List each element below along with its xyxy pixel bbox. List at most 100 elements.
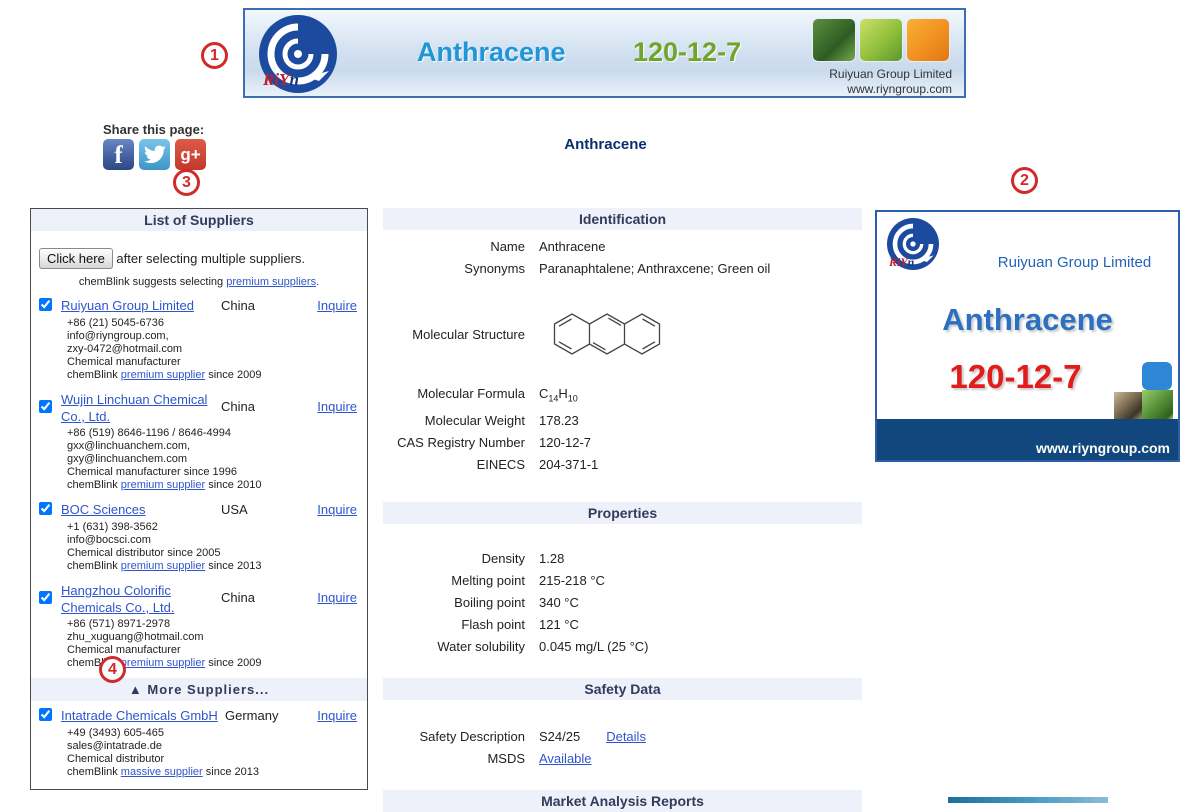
inquire-link[interactable]: Inquire [317, 708, 357, 723]
annotation-circle-3: 3 [173, 169, 200, 196]
msds-label: MSDS [383, 748, 525, 770]
riyn-logo-text: RiYn [263, 70, 299, 90]
supplier-detail-line: Chemical distributor [67, 753, 359, 766]
supplier-country: Germany [225, 708, 278, 723]
supplier-row-intatrade: Intatrade Chemicals GmbH Germany Inquire… [39, 707, 359, 779]
supplier-details: +49 (3493) 605-465sales@intatrade.deChem… [67, 727, 359, 766]
membership-suffix: since 2009 [205, 657, 261, 669]
membership-prefix: chemBlink [67, 369, 121, 381]
boiling-point-label: Boiling point [383, 592, 525, 614]
right-sidebar-ad[interactable]: RiYn Ruiyuan Group Limited Anthracene 12… [875, 210, 1180, 462]
next-ad-top-sliver [948, 797, 1108, 803]
formula-c: C [539, 386, 548, 401]
membership-link[interactable]: premium supplier [121, 479, 205, 491]
banner-website: www.riyngroup.com [829, 82, 952, 97]
identification-header: Identification [383, 208, 862, 230]
supplier-details: +1 (631) 398-3562info@bocsci.comChemical… [67, 521, 359, 560]
synonyms-value: Paranaphtalene; Anthraxcene; Green oil [539, 258, 770, 280]
premium-suppliers-link[interactable]: premium suppliers [226, 276, 316, 288]
suggest-prefix: chemBlink suggests selecting [79, 276, 226, 288]
supplier-row-wujin: Wujin Linchuan Chemical Co., Ltd. China … [39, 391, 359, 492]
supplier-name-link[interactable]: Intatrade Chemicals GmbH [61, 707, 219, 724]
supplier-membership: chemBlink massive supplier since 2013 [67, 766, 359, 779]
einecs-value: 204-371-1 [539, 454, 598, 476]
supplier-checkbox[interactable] [39, 708, 52, 721]
supplier-checkbox[interactable] [39, 298, 52, 311]
supplier-country: USA [221, 502, 248, 517]
supplier-details: +86 (519) 8646-1196 / 8646-4994gxx@linch… [67, 427, 359, 479]
weight-label: Molecular Weight [383, 410, 525, 432]
supplier-checkbox[interactable] [39, 502, 52, 515]
safety-details-link[interactable]: Details [606, 726, 646, 748]
inquire-link[interactable]: Inquire [317, 298, 357, 313]
supplier-detail-line: zxy-0472@hotmail.com [67, 343, 359, 356]
einecs-label: EINECS [383, 454, 525, 476]
banner-photo-dna [859, 18, 903, 62]
membership-suffix: since 2013 [205, 560, 261, 572]
membership-prefix: chemBlink [67, 560, 121, 572]
density-label: Density [383, 548, 525, 570]
safety-description-value: S24/25 [539, 726, 580, 748]
more-suppliers-label: More Suppliers... [147, 682, 269, 697]
membership-link[interactable]: massive supplier [121, 766, 203, 778]
banner-company-name: Ruiyuan Group Limited [829, 67, 952, 82]
supplier-name-link[interactable]: BOC Sciences [61, 501, 211, 518]
supplier-checkbox[interactable] [39, 400, 52, 413]
inquire-link[interactable]: Inquire [317, 502, 357, 517]
ad-company-name: Ruiyuan Group Limited [977, 254, 1172, 271]
suggest-suffix: . [316, 276, 319, 288]
supplier-detail-line: zhu_xuguang@hotmail.com [67, 631, 359, 644]
formula-value: C14H10 [539, 383, 578, 410]
msds-available-link[interactable]: Available [539, 748, 592, 770]
synonyms-label: Synonyms [383, 258, 525, 280]
supplier-row-boc: BOC Sciences USA Inquire +1 (631) 398-35… [39, 501, 359, 573]
top-banner-ad[interactable]: RiYn Anthracene 120-12-7 Ruiyuan Group L… [243, 8, 966, 98]
properties-header: Properties [383, 502, 862, 524]
banner-photo-hands [812, 18, 856, 62]
cas-value: 120-12-7 [539, 432, 591, 454]
banner-cas-number: 120-12-7 [633, 37, 741, 68]
supplier-detail-line: +49 (3493) 605-465 [67, 727, 359, 740]
google-plus-glyph: g+ [180, 145, 200, 165]
supplier-name-link[interactable]: Wujin Linchuan Chemical Co., Ltd. [61, 391, 211, 425]
click-here-button[interactable]: Click here [39, 248, 113, 269]
supplier-membership: chemBlink premium supplier since 2009 [67, 369, 359, 382]
supplier-name-link[interactable]: Hangzhou Colorific Chemicals Co., Ltd. [61, 582, 211, 616]
name-value: Anthracene [539, 236, 606, 258]
banner-product-name: Anthracene [417, 37, 566, 68]
annotation-circle-4: 4 [99, 656, 126, 683]
boiling-point-value: 340 °C [539, 592, 579, 614]
page-title: Anthracene [383, 136, 828, 153]
density-value: 1.28 [539, 548, 564, 570]
supplier-detail-line: info@bocsci.com [67, 534, 359, 547]
formula-c-sub: 14 [548, 394, 558, 404]
more-suppliers-toggle[interactable]: ▲ More Suppliers... [31, 678, 367, 701]
banner-photo-dropper [906, 18, 950, 62]
supplier-row-hangzhou: Hangzhou Colorific Chemicals Co., Ltd. C… [39, 582, 359, 670]
supplier-detail-line: Chemical manufacturer [67, 356, 359, 369]
formula-h: H [558, 386, 567, 401]
membership-suffix: since 2010 [205, 479, 261, 491]
membership-link[interactable]: premium supplier [121, 369, 205, 381]
riyn-logo-text: RiYn [889, 255, 914, 270]
supplier-detail-line: Chemical manufacturer since 1996 [67, 466, 359, 479]
membership-link[interactable]: premium supplier [121, 657, 205, 669]
inquire-link[interactable]: Inquire [317, 590, 357, 605]
supplier-detail-line: gxx@linchuanchem.com, [67, 440, 359, 453]
ad-website: www.riyngroup.com [1036, 440, 1170, 456]
facebook-f-glyph: f [114, 142, 122, 170]
supplier-checkbox[interactable] [39, 591, 52, 604]
supplier-country: China [221, 399, 255, 414]
twitter-share-icon[interactable] [139, 139, 170, 170]
membership-link[interactable]: premium supplier [121, 560, 205, 572]
annotation-circle-1: 1 [201, 42, 228, 69]
supplier-details: +86 (571) 8971-2978zhu_xuguang@hotmail.c… [67, 618, 359, 657]
supplier-detail-line: +1 (631) 398-3562 [67, 521, 359, 534]
google-plus-share-icon[interactable]: g+ [175, 139, 206, 170]
inquire-link[interactable]: Inquire [317, 399, 357, 414]
supplier-name-link[interactable]: Ruiyuan Group Limited [61, 297, 211, 314]
melting-point-value: 215-218 °C [539, 570, 605, 592]
compound-detail-column: Identification NameAnthracene SynonymsPa… [383, 208, 862, 812]
supplier-detail-line: sales@intatrade.de [67, 740, 359, 753]
facebook-share-icon[interactable]: f [103, 139, 134, 170]
